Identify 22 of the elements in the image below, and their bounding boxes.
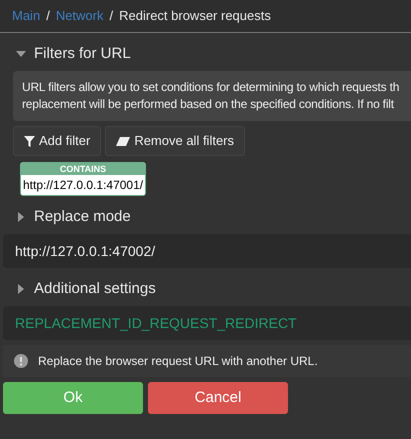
info-icon: [14, 354, 28, 368]
filter-description: URL filters allow you to set conditions for determining to which requests th replacement will be performed based on the specified conditions. If no filt: [13, 71, 411, 121]
replace-url-field[interactable]: http://127.0.0.1:47002/: [3, 234, 411, 268]
section-header[interactable]: Filters for URL: [0, 37, 411, 71]
breadcrumb-current: Redirect browser requests: [119, 7, 271, 26]
cancel-button[interactable]: Cancel: [148, 382, 288, 414]
filter-type: CONTAINS: [21, 163, 145, 175]
hint-text: Replace the browser request URL with another URL.: [38, 353, 318, 370]
breadcrumb-separator: /: [110, 7, 114, 26]
filter-value: http://127.0.0.1:47001/: [22, 177, 144, 194]
replacement-id-field[interactable]: REPLACEMENT_ID_REQUEST_REDIRECT: [3, 306, 411, 340]
caret-down-icon: [16, 49, 26, 59]
add-filter-button[interactable]: Add filter: [13, 126, 102, 156]
eraser-icon: [116, 136, 130, 146]
section-header[interactable]: Replace mode: [0, 200, 411, 234]
remove-filters-button[interactable]: Remove all filters: [105, 126, 246, 156]
filter-icon: [24, 136, 35, 146]
section-header[interactable]: Additional settings: [0, 272, 411, 306]
caret-right-icon: [16, 212, 26, 222]
breadcrumb-separator: /: [46, 7, 50, 26]
filter-tag[interactable]: CONTAINS http://127.0.0.1:47001/: [20, 162, 146, 196]
caret-right-icon: [16, 284, 26, 294]
